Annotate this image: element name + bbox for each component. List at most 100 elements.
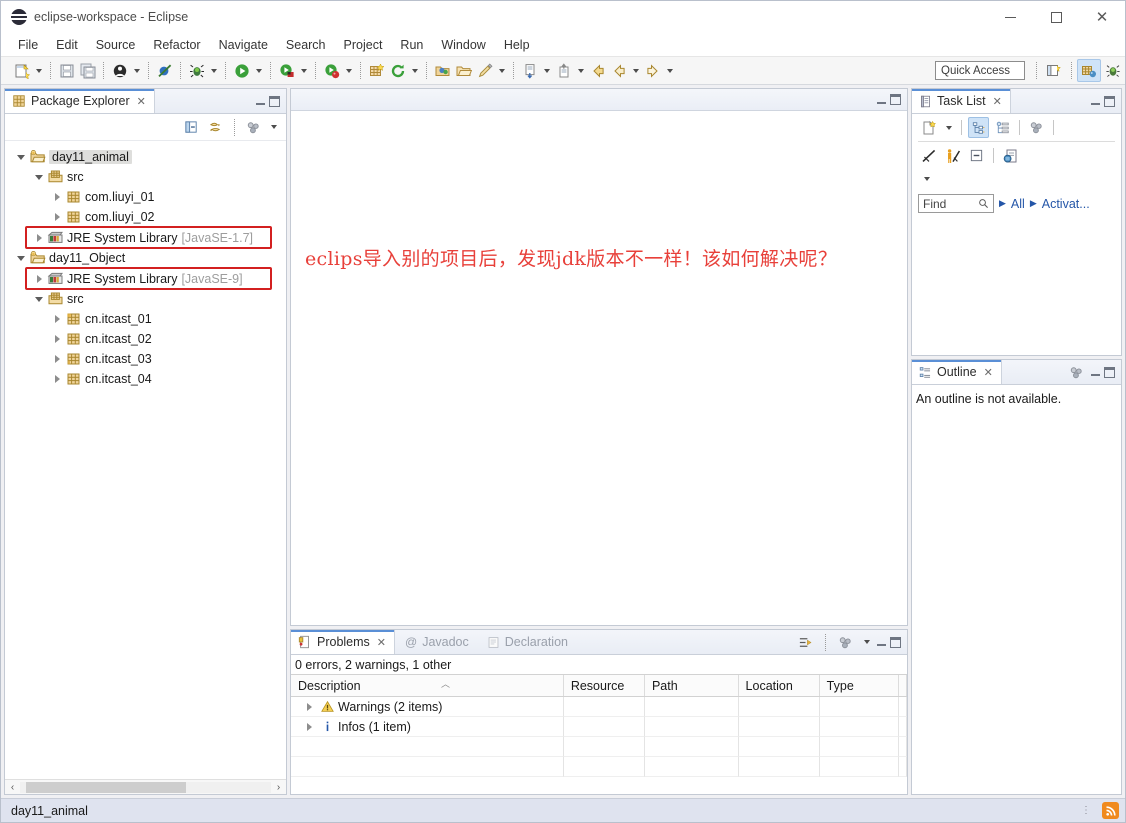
rss-feed-icon[interactable]	[1102, 802, 1119, 819]
table-row[interactable]: Infos (1 item)	[291, 717, 907, 737]
run-dropdown-icon[interactable]	[252, 60, 265, 81]
skip-breakpoints-button[interactable]	[154, 60, 175, 81]
tree-item-day11-animal[interactable]: day11_animal	[5, 147, 286, 167]
categorized-presentation-button[interactable]	[968, 117, 989, 138]
new-task-button[interactable]	[918, 117, 939, 138]
view-menu-button[interactable]	[1026, 117, 1047, 138]
chevron-right-icon[interactable]	[49, 213, 65, 221]
new-wizard-dropdown-icon[interactable]	[32, 60, 45, 81]
run-button[interactable]	[231, 60, 252, 81]
tab-task-list[interactable]: Task List ✕	[912, 89, 1011, 113]
chevron-right-icon[interactable]	[49, 335, 65, 343]
tree-item-day11-object[interactable]: day11_Object	[5, 248, 286, 268]
debug-perspective-button[interactable]	[1101, 59, 1125, 82]
search-dropdown-icon[interactable]	[495, 60, 508, 81]
save-all-button[interactable]	[77, 60, 98, 81]
column-description[interactable]: Description ︿	[291, 675, 564, 696]
chevron-down-icon[interactable]	[13, 155, 29, 160]
tree-item-com-liuyi-01[interactable]: com.liuyi_01	[5, 187, 286, 207]
debug-button[interactable]	[186, 60, 207, 81]
chevron-down-icon[interactable]	[31, 297, 47, 302]
hscroll-thumb[interactable]	[26, 781, 186, 793]
view-menu-button[interactable]	[243, 117, 264, 138]
save-button[interactable]	[56, 60, 77, 81]
chevron-right-icon[interactable]	[31, 275, 47, 283]
maximize-icon[interactable]	[269, 95, 280, 107]
menu-source[interactable]: Source	[87, 36, 145, 54]
view-dropdown-icon[interactable]	[860, 632, 873, 653]
tree-item-cn-itcast-03[interactable]: cn.itcast_03	[5, 349, 286, 369]
previous-edit-dropdown-icon[interactable]	[574, 60, 587, 81]
hscroll-track[interactable]	[20, 781, 271, 793]
filter-activate-caret-icon[interactable]: ▶	[1030, 198, 1037, 209]
chevron-right-icon[interactable]	[49, 375, 65, 383]
tree-item-cn-itcast-04[interactable]: cn.itcast_04	[5, 369, 286, 389]
coverage-button[interactable]	[321, 60, 342, 81]
view-dropdown-icon[interactable]	[267, 117, 280, 138]
task-list-body[interactable]	[912, 213, 1121, 355]
column-path[interactable]: Path	[645, 675, 739, 696]
previous-edit-button[interactable]	[553, 60, 574, 81]
next-annotation-dropdown-icon[interactable]	[540, 60, 553, 81]
chevron-right-icon[interactable]	[49, 315, 65, 323]
external-tools-dropdown-icon[interactable]	[297, 60, 310, 81]
maximize-icon[interactable]	[1104, 95, 1115, 107]
package-explorer-hscrollbar[interactable]: ‹ ›	[5, 779, 286, 794]
run-external-tools-button[interactable]	[276, 60, 297, 81]
minimize-button[interactable]	[987, 1, 1033, 33]
tab-javadoc[interactable]: @ Javadoc	[395, 630, 477, 654]
menu-run[interactable]: Run	[391, 36, 432, 54]
editor-canvas[interactable]: eclips导入别的项目后，发现jdk版本不一样！该如何解决呢？	[291, 111, 907, 625]
maximize-button[interactable]	[1033, 1, 1079, 33]
column-resource[interactable]: Resource	[564, 675, 645, 696]
menu-search[interactable]: Search	[277, 36, 335, 54]
chevron-right-icon[interactable]	[301, 703, 317, 711]
menu-project[interactable]: Project	[335, 36, 392, 54]
new-wizard-button[interactable]	[11, 60, 32, 81]
new-java-class-button[interactable]	[109, 60, 130, 81]
chevron-right-icon[interactable]	[301, 723, 317, 731]
maximize-icon[interactable]	[1104, 366, 1115, 378]
view-dropdown-icon[interactable]	[920, 168, 933, 189]
tab-problems[interactable]: Problems ✕	[291, 630, 396, 654]
view-menu-button[interactable]	[1066, 362, 1087, 383]
collapse-all-button[interactable]	[966, 145, 987, 166]
scheduled-presentation-button[interactable]	[992, 117, 1013, 138]
column-type[interactable]: Type	[820, 675, 899, 696]
close-button[interactable]: ✕	[1079, 1, 1125, 33]
scroll-left-icon[interactable]: ‹	[5, 782, 20, 793]
quick-access-input[interactable]: Quick Access	[935, 61, 1025, 80]
chevron-down-icon[interactable]	[31, 175, 47, 180]
back-dropdown-icon[interactable]	[629, 60, 642, 81]
next-annotation-button[interactable]	[519, 60, 540, 81]
synchronize-changed-button[interactable]	[942, 145, 963, 166]
column-location[interactable]: Location	[739, 675, 820, 696]
open-task-button[interactable]	[453, 60, 474, 81]
filter-all-caret-icon[interactable]: ▶	[999, 198, 1006, 209]
chevron-down-icon[interactable]	[13, 256, 29, 261]
close-icon[interactable]: ✕	[993, 95, 1002, 108]
close-icon[interactable]: ✕	[984, 366, 993, 379]
scroll-right-icon[interactable]: ›	[271, 782, 286, 793]
chevron-right-icon[interactable]	[31, 234, 47, 242]
maximize-icon[interactable]	[890, 636, 901, 648]
focus-on-workweek-button[interactable]	[918, 145, 939, 166]
close-icon[interactable]: ✕	[377, 636, 386, 649]
open-type-button[interactable]	[432, 60, 453, 81]
minimize-icon[interactable]	[256, 97, 265, 105]
filter-activate-link[interactable]: Activat...	[1042, 197, 1090, 211]
minimize-icon[interactable]	[877, 96, 886, 104]
tree-item-com-liuyi-02[interactable]: com.liuyi_02	[5, 207, 286, 227]
minimize-icon[interactable]	[877, 638, 886, 646]
menu-file[interactable]: File	[9, 36, 47, 54]
tree-item-src-2[interactable]: src	[5, 289, 286, 309]
tab-package-explorer[interactable]: Package Explorer ✕	[5, 89, 155, 113]
maximize-icon[interactable]	[890, 94, 901, 105]
refresh-button[interactable]	[387, 60, 408, 81]
find-input[interactable]: Find	[918, 194, 994, 213]
chevron-right-icon[interactable]	[49, 193, 65, 201]
tab-outline[interactable]: Outline ✕	[912, 360, 1002, 384]
back-history-button[interactable]	[608, 60, 629, 81]
new-java-project-button[interactable]	[366, 60, 387, 81]
forward-dropdown-icon[interactable]	[663, 60, 676, 81]
